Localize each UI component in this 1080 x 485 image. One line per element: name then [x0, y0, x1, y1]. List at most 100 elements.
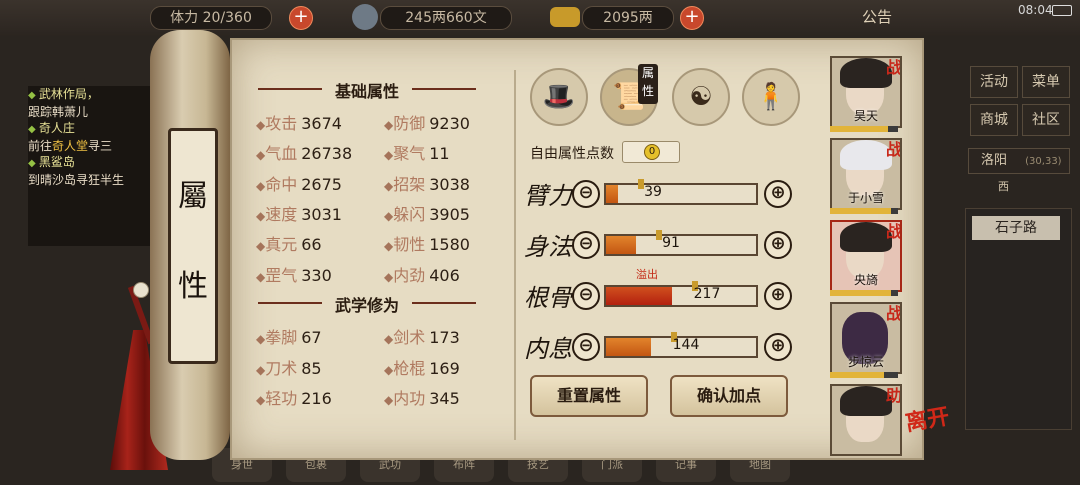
increase-button[interactable]: ⊕	[764, 333, 792, 361]
stat-row: ◆轻功 216	[256, 385, 332, 409]
overflow-label: 溢出	[636, 268, 658, 281]
stat-row: ◆拳脚 67	[256, 324, 322, 348]
activity-button[interactable]: 活动	[970, 66, 1018, 98]
copper-coin-icon	[352, 4, 378, 30]
tab-equipment[interactable]: 🎩	[530, 68, 588, 126]
member-name: 昊天	[853, 109, 878, 123]
notice-button[interactable]: 公告	[862, 6, 892, 27]
stat-value: 406	[429, 265, 460, 285]
role-badge: 战	[885, 222, 902, 241]
stat-label: 轻功	[265, 389, 298, 408]
tab-attributes-label: 属性	[638, 64, 658, 104]
stat-row: ◆聚气 11	[384, 140, 450, 164]
quest-desc-text: 寻三	[88, 139, 113, 153]
bead-decoration	[133, 282, 149, 298]
quest-title: 黑鲨岛	[28, 154, 156, 172]
increase-button[interactable]: ⊕	[764, 282, 792, 310]
stat-value: 2675	[301, 174, 342, 194]
base-attrs-title: 基础属性	[334, 82, 399, 101]
leave-button[interactable]: 离开	[903, 398, 952, 437]
stat-row: ◆气血 26738	[256, 140, 352, 164]
stat-row: ◆防御 9230	[384, 110, 470, 134]
stat-row: ◆内功 345	[384, 385, 460, 409]
tab-meridians[interactable]: 🧍	[742, 68, 800, 126]
stat-label: 防御	[393, 114, 426, 133]
diamond-icon: ◆	[384, 393, 394, 407]
reset-attributes-button[interactable]: 重置属性	[530, 375, 648, 417]
diamond-icon: ◆	[384, 269, 394, 284]
decrease-button[interactable]: ⊖	[572, 282, 600, 310]
add-stamina-button[interactable]: +	[289, 6, 313, 30]
shop-button[interactable]: 商城	[970, 104, 1018, 136]
title-ornament	[258, 302, 322, 304]
stat-value: 3674	[301, 114, 342, 133]
title-ornament	[412, 302, 476, 304]
member-hp-fill	[830, 290, 892, 296]
stat-row: ◆韧性 1580	[384, 231, 470, 255]
increase-button[interactable]: ⊕	[764, 231, 792, 259]
attr-bar: 91	[604, 230, 758, 256]
increase-button[interactable]: ⊕	[764, 180, 792, 208]
quest-desc-text: 前往	[28, 139, 53, 153]
party-member-card[interactable]: 战步惊云	[830, 302, 902, 374]
attr-value: 39	[644, 184, 662, 200]
attr-label: 身法	[524, 233, 572, 261]
stat-label: 聚气	[393, 144, 426, 164]
stat-value: 26738	[301, 144, 353, 164]
location-button[interactable]: 石子路	[972, 216, 1060, 240]
diamond-icon: ◆	[384, 178, 394, 193]
title-ornament	[258, 88, 322, 90]
compass-label: 西	[998, 180, 1009, 193]
quest-desc: 到晴沙岛寻狂半生	[28, 173, 125, 187]
party-member-card[interactable]: 助	[830, 384, 902, 456]
diamond-icon: ◆	[384, 148, 394, 163]
stamina-value: 20/360	[202, 10, 252, 26]
attr-label: 臂力	[524, 182, 572, 210]
stat-row: ◆内劲 406	[384, 262, 460, 286]
role-badge: 助	[885, 386, 902, 405]
party-member-card[interactable]: 战于小雪	[830, 138, 902, 210]
diamond-icon: ◆	[256, 269, 266, 284]
stat-label: 攻击	[265, 114, 298, 133]
decrease-button[interactable]: ⊖	[572, 231, 600, 259]
stat-row: ◆速度 3031	[256, 201, 342, 225]
diamond-icon: ◆	[384, 208, 394, 223]
clock: 08:04	[1018, 3, 1053, 17]
decrease-button[interactable]: ⊖	[572, 333, 600, 361]
decrease-button[interactable]: ⊖	[572, 180, 600, 208]
attr-value: 91	[662, 235, 680, 251]
stat-row: ◆真元 66	[256, 231, 322, 255]
diamond-icon: ◆	[384, 239, 394, 254]
diamond-icon: ◆	[256, 393, 266, 407]
stat-row: ◆攻击 3674	[256, 110, 342, 134]
attr-bar: 144	[604, 332, 758, 358]
community-button[interactable]: 社区	[1022, 104, 1070, 136]
add-silver-button[interactable]: +	[680, 6, 704, 30]
stat-row: ◆躲闪 3905	[384, 201, 470, 225]
stat-value: 85	[301, 358, 322, 378]
tab-bagua[interactable]: ☯	[672, 68, 730, 126]
stat-label: 招架	[393, 174, 426, 194]
location-panel	[965, 208, 1072, 430]
menu-button[interactable]: 菜单	[1022, 66, 1070, 98]
party-member-card[interactable]: 战昊天	[830, 56, 902, 128]
stat-row: ◆命中 2675	[256, 171, 342, 195]
member-hp-fill	[830, 126, 888, 132]
stamina-label: 体力	[170, 10, 199, 26]
attr-bar: 39	[604, 179, 758, 205]
diamond-icon: ◆	[256, 239, 266, 254]
member-hp-bar	[830, 208, 898, 214]
quest-panel[interactable]: 武林作局， 跟踪韩萧儿 奇人庄 前往奇人堂寻三 黑鲨岛 到晴沙岛寻狂半生	[28, 86, 156, 246]
party-member-card[interactable]: 战央旖	[830, 220, 902, 292]
portrait-hair	[840, 140, 892, 170]
portrait-hair	[840, 222, 892, 252]
silver-ingot-icon	[550, 7, 580, 27]
stat-label: 内功	[393, 389, 426, 408]
stat-label: 剑术	[393, 328, 426, 347]
diamond-icon: ◆	[384, 118, 394, 132]
stat-value: 330	[301, 265, 332, 285]
diamond-icon: ◆	[256, 178, 266, 193]
confirm-points-button[interactable]: 确认加点	[670, 375, 788, 417]
stat-label: 躲闪	[393, 204, 426, 224]
stat-label: 刀术	[265, 358, 298, 378]
